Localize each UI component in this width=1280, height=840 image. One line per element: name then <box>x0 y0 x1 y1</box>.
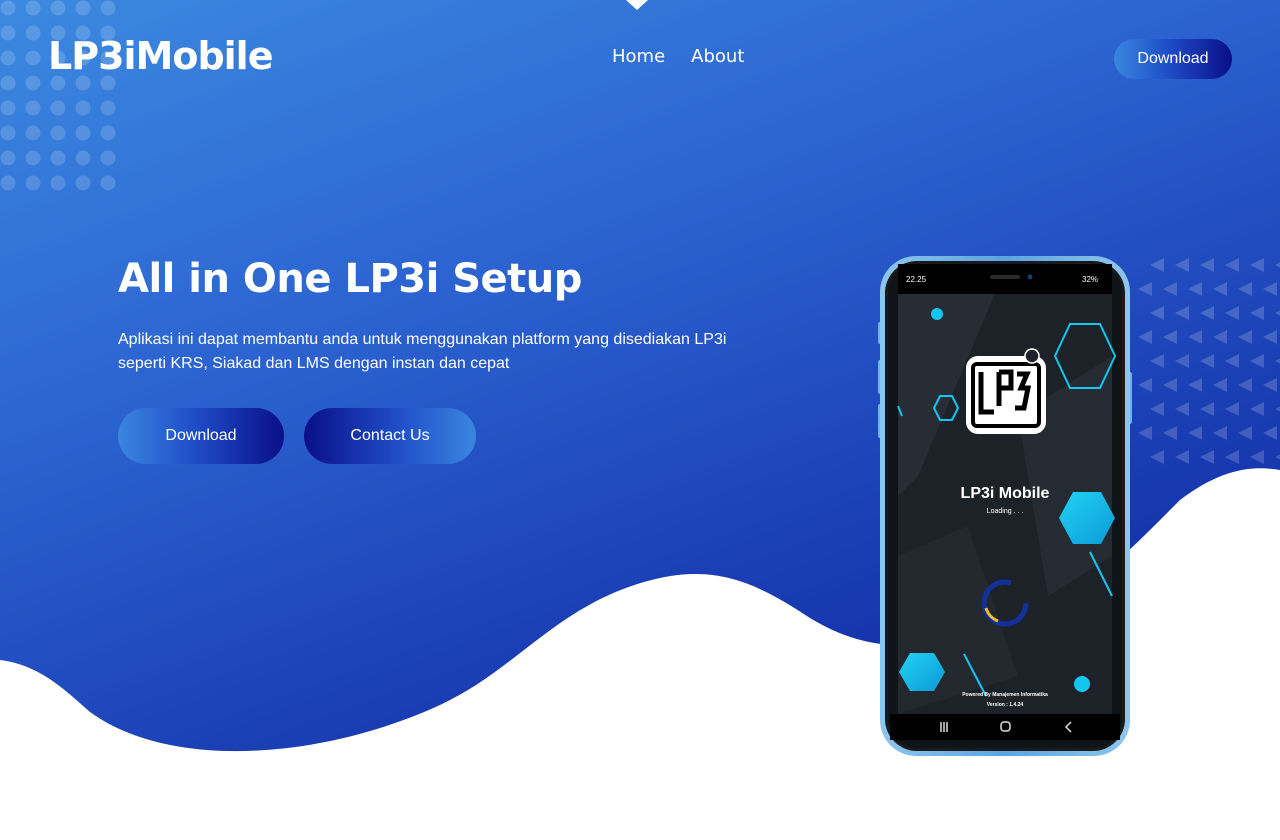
status-battery: 32% <box>1082 275 1098 284</box>
contact-us-button[interactable]: Contact Us <box>304 408 476 464</box>
header-download-button[interactable]: Download <box>1114 39 1232 79</box>
main-nav: Home About <box>612 46 744 67</box>
loading-text: Loading . . . <box>987 508 1024 515</box>
hero-description: Aplikasi ini dapat membantu anda untuk m… <box>118 331 727 372</box>
status-time: 22.25 <box>906 275 927 284</box>
phone-mockup: 22.25 32% LP3i Mobile Loading . . . Powe… <box>878 256 1132 756</box>
powered-by-text: Powered By Manajemen Informatika <box>962 692 1048 698</box>
hero-download-button[interactable]: Download <box>118 408 284 464</box>
hero-section: LP3iMobile Home About Download All in On… <box>0 0 1280 840</box>
nav-home-link[interactable]: Home <box>612 46 665 67</box>
version-text: Version : 1.4.24 <box>987 702 1024 708</box>
nav-about-link[interactable]: About <box>691 46 744 67</box>
site-logo[interactable]: LP3iMobile <box>48 34 273 78</box>
hero-title: All in One LP3i Setup <box>118 256 582 302</box>
top-notch <box>626 0 648 10</box>
app-name: LP3i Mobile <box>961 485 1050 502</box>
